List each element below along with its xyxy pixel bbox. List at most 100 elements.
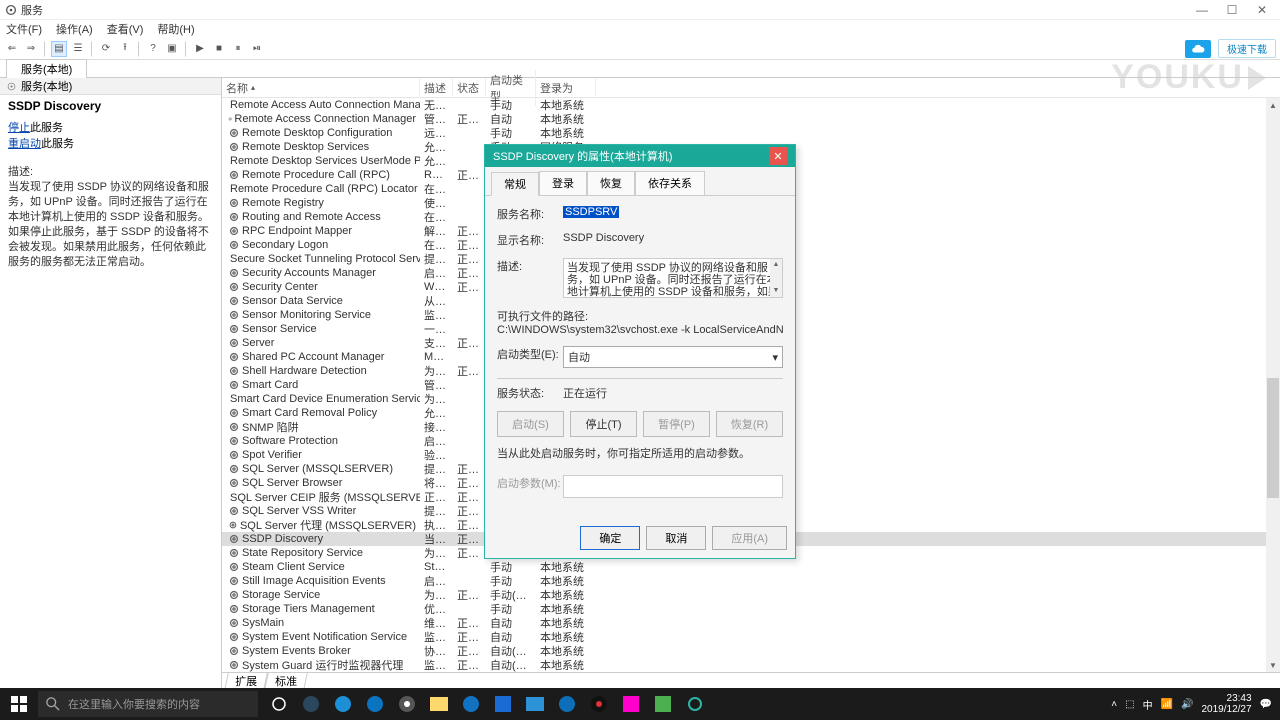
cortana-icon[interactable] [264,688,294,720]
explorer-icon[interactable] [424,688,454,720]
tab-dependencies[interactable]: 依存关系 [635,171,705,195]
cloud-icon [1191,42,1205,56]
start-button: 启动(S) [497,411,564,437]
scroll-thumb[interactable] [1267,378,1279,498]
tab-general[interactable]: 常规 [491,172,539,196]
app-icon-5[interactable] [520,688,550,720]
service-row[interactable]: SysMain维护...正在...自动本地系统 [222,616,1280,630]
selected-service-heading: SSDP Discovery [8,99,213,113]
tab-recovery[interactable]: 恢复 [587,171,635,195]
startup-type-select[interactable]: 自动▾ [563,346,783,368]
menu-action[interactable]: 操作(A) [56,21,93,37]
tab-logon[interactable]: 登录 [539,171,587,195]
col-desc[interactable]: 描述 [420,78,453,98]
service-row[interactable]: Storage Service为存...正在...手动(触发...本地系统 [222,588,1280,602]
col-name[interactable]: 名称 ▴ [222,78,420,98]
app-icon-3[interactable] [456,688,486,720]
col-logon[interactable]: 登录为 [536,78,596,98]
cloud-button[interactable] [1185,40,1211,58]
toolbar: ⇐ ⇒ ▤ ☰ ⟳ ⭱ ? ▣ ▶ ■ ⏸ ⏯ 极速下载 [0,38,1280,60]
maximize-button[interactable]: ☐ [1226,4,1238,16]
properties-icon[interactable]: ▣ [164,41,180,57]
notifications-icon[interactable]: 💬 [1260,699,1272,710]
start-button[interactable] [0,688,38,720]
menu-bar: 文件(F) 操作(A) 查看(V) 帮助(H) [0,20,1280,38]
stop-suffix: 此服务 [30,122,63,134]
dialog-close-icon[interactable]: ✕ [769,147,787,165]
cancel-button[interactable]: 取消 [646,526,706,550]
refresh-icon[interactable]: ⟳ [98,41,114,57]
steam-icon[interactable] [296,688,326,720]
service-row[interactable]: Remote Desktop Configuration远程...手动本地系统 [222,126,1280,140]
services-taskbar-icon[interactable] [680,688,710,720]
service-row[interactable]: System Event Notification Service监视...正在… [222,630,1280,644]
scope-tabs: 服务(本地) [0,60,1280,78]
app-icon-9[interactable] [648,688,678,720]
wifi-icon[interactable]: 📶 [1161,699,1173,710]
disp-name-value: SSDP Discovery [563,232,783,244]
volume-icon[interactable]: 🔊 [1181,699,1193,710]
ime-indicator[interactable]: 中 [1143,697,1153,712]
scroll-up-icon[interactable]: ▲ [1269,98,1277,112]
service-row[interactable]: Steam Client ServiceStea...手动本地系统 [222,560,1280,574]
tray-chevron-icon[interactable]: ˄ [1111,699,1117,710]
back-icon[interactable]: ⇐ [4,41,20,57]
service-row[interactable]: System Guard 运行时监视器代理监视...正在...自动(延迟...本… [222,658,1280,672]
app-icon-8[interactable] [616,688,646,720]
service-row[interactable]: Remote Access Connection Manager管理...正在.… [222,112,1280,126]
restart-suffix: 此服务 [41,138,74,150]
service-row[interactable]: Remote Access Auto Connection Manager无论.… [222,98,1280,112]
help-icon[interactable]: ? [145,41,161,57]
stop-service-icon[interactable]: ■ [211,41,227,57]
dialog-titlebar[interactable]: SSDP Discovery 的属性(本地计算机) ✕ [485,145,795,167]
cloud-label[interactable]: 极速下载 [1218,39,1276,58]
vertical-scrollbar[interactable]: ▲ ▼ [1266,98,1280,672]
start-params-input [563,475,783,498]
scope-tab-local[interactable]: 服务(本地) [6,59,87,78]
app-icon-4[interactable] [488,688,518,720]
restart-service-icon[interactable]: ⏯ [249,41,265,57]
menu-file[interactable]: 文件(F) [6,21,42,37]
watermark: YOUKU [1111,58,1266,97]
pause-service-icon[interactable]: ⏸ [230,41,246,57]
show-hide-tree-icon[interactable]: ▤ [51,41,67,57]
scroll-down-icon[interactable]: ▼ [1269,658,1277,672]
service-row[interactable]: Storage Tiers Management优化...手动本地系统 [222,602,1280,616]
close-button[interactable]: ✕ [1256,4,1268,16]
startup-note: 当从此处启动服务时，你可指定所适用的启动参数。 [497,445,783,461]
app-icon-7[interactable] [584,688,614,720]
desc-scrollbar[interactable]: ▲▼ [770,259,782,297]
tray-icon[interactable]: ⬚ [1125,699,1134,710]
exe-path-label: 可执行文件的路径: [497,308,783,324]
export-icon[interactable]: ⭱ [117,41,133,57]
app-icon-2[interactable] [360,688,390,720]
detail-panel-title: 服务(本地) [21,78,72,94]
col-state[interactable]: 状态 [453,78,486,98]
taskbar-search[interactable]: 在这里输入你要搜索的内容 [38,691,258,717]
forward-icon[interactable]: ⇒ [23,41,39,57]
window-titlebar: 服务 ― ☐ ✕ [0,0,1280,20]
minimize-button[interactable]: ― [1196,4,1208,16]
chrome-icon[interactable] [392,688,422,720]
desc-textbox[interactable]: 当发现了使用 SSDP 协议的网络设备和服务，如 UPnP 设备。同时还报告了运… [563,258,783,298]
taskbar: 在这里输入你要搜索的内容 ˄ ⬚ 中 📶 🔊 23:43 2019/12/27 … [0,688,1280,720]
toolbar-sep [138,41,140,57]
window-title: 服务 [21,2,1196,18]
service-row[interactable]: System Events Broker协调...正在...自动(触发...本地… [222,644,1280,658]
stop-service-link[interactable]: 停止 [8,122,30,134]
exe-path-value: C:\WINDOWS\system32\svchost.exe -k Local… [497,324,783,336]
app-icon-6[interactable] [552,688,582,720]
app-icon-1[interactable] [328,688,358,720]
start-service-icon[interactable]: ▶ [192,41,208,57]
details-icon[interactable]: ☰ [70,41,86,57]
restart-service-link[interactable]: 重启动 [8,138,41,150]
clock[interactable]: 23:43 2019/12/27 [1201,693,1251,715]
svc-name-value[interactable]: SSDPSRV [563,206,619,218]
menu-help[interactable]: 帮助(H) [157,21,194,37]
gear-icon [6,81,17,92]
status-label: 服务状态: [497,385,563,401]
menu-view[interactable]: 查看(V) [107,21,144,37]
stop-button[interactable]: 停止(T) [570,411,637,437]
ok-button[interactable]: 确定 [580,526,640,550]
service-row[interactable]: Still Image Acquisition Events启动...手动本地系… [222,574,1280,588]
